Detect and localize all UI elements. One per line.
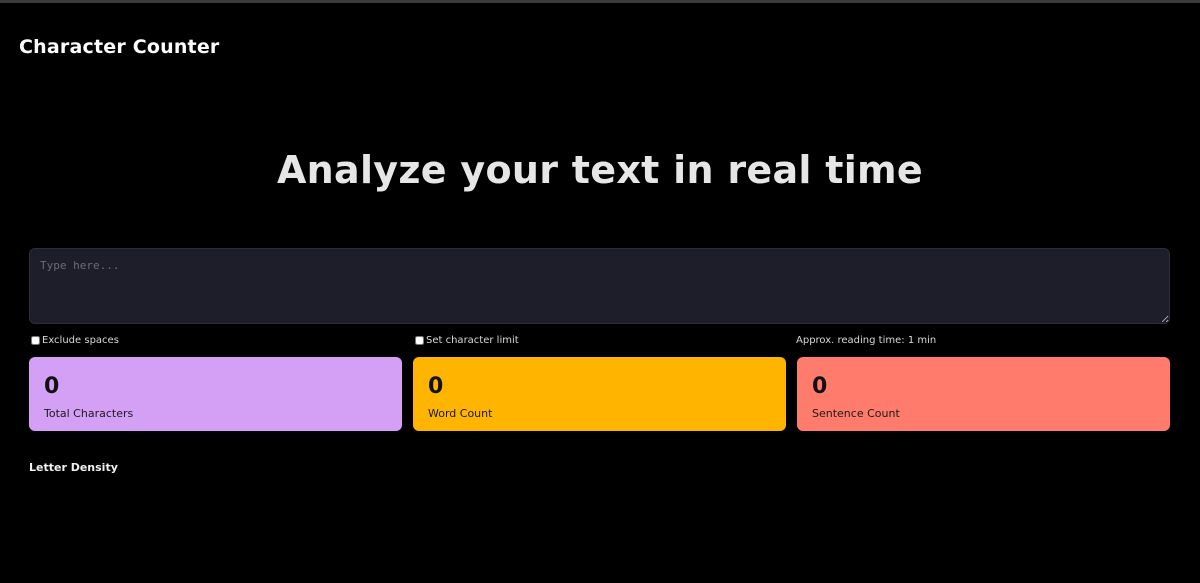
word-count-card: 0 Word Count [413,357,786,431]
exclude-spaces-label: Exclude spaces [42,335,119,346]
total-characters-value: 0 [44,374,60,399]
letter-density-title: Letter Density [29,461,118,474]
window-top-border [0,0,1200,3]
stats-cards: 0 Total Characters 0 Word Count 0 Senten… [29,357,1170,431]
word-count-value: 0 [428,374,444,399]
sentence-count-value: 0 [812,374,828,399]
char-limit-option[interactable]: Set character limit [413,335,519,346]
sentence-count-label: Sentence Count [812,407,900,420]
reading-time: Approx. reading time: 1 min [796,335,937,346]
char-limit-checkbox[interactable] [415,336,424,345]
options-row: Exclude spaces Set character limit Appro… [29,335,1170,349]
char-limit-label: Set character limit [426,335,519,346]
total-characters-card: 0 Total Characters [29,357,402,431]
app-title: Character Counter [19,36,220,58]
exclude-spaces-option[interactable]: Exclude spaces [29,335,119,346]
exclude-spaces-checkbox[interactable] [31,336,40,345]
sentence-count-card: 0 Sentence Count [797,357,1170,431]
text-input[interactable] [29,248,1170,324]
hero-heading: Analyze your text in real time [276,148,924,192]
total-characters-label: Total Characters [44,407,134,420]
word-count-label: Word Count [428,407,493,420]
